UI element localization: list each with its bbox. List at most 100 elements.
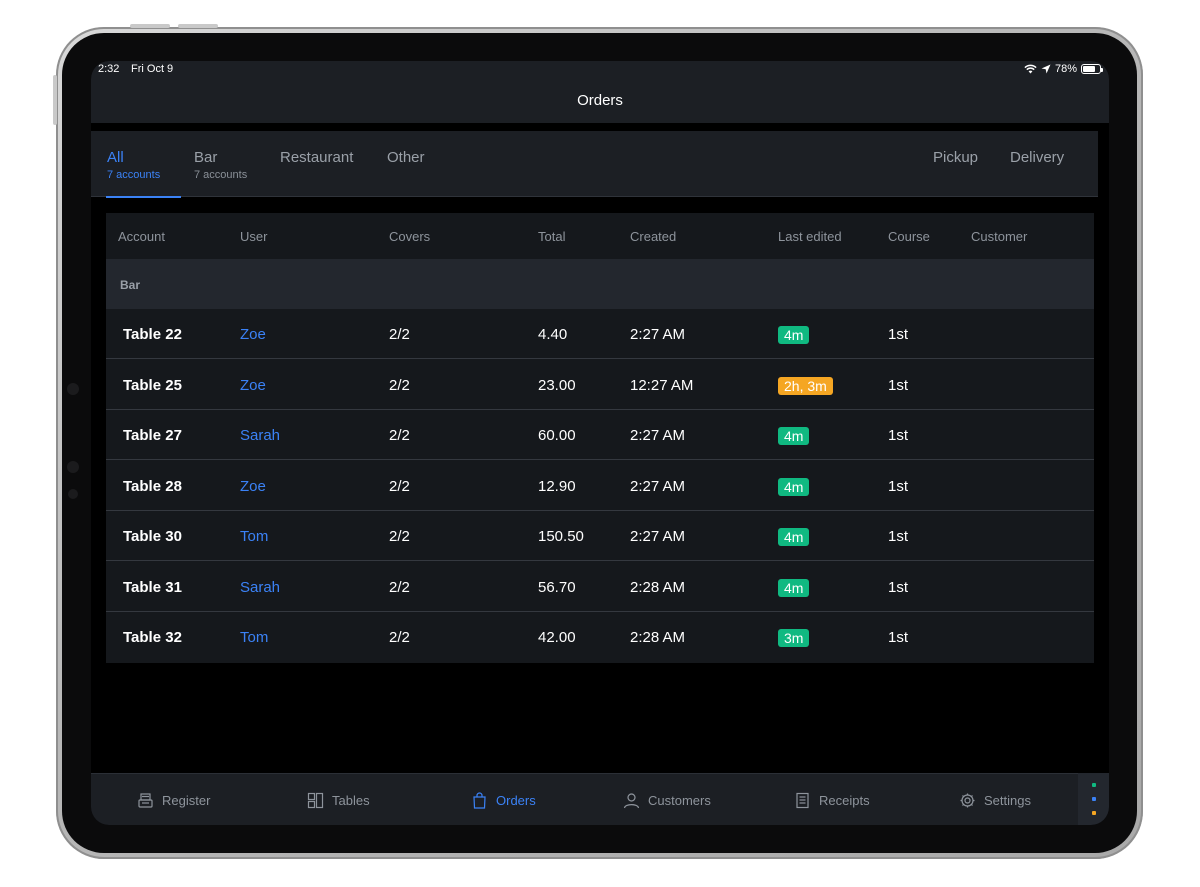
column-header-customer[interactable]: Customer [971,229,1027,244]
column-header-user[interactable]: User [240,229,267,244]
total-cell: 4.40 [538,326,568,343]
table-row[interactable]: Table 32 Tom 2/2 42.00 2:28 AM 1st 3m [106,612,1094,662]
tab-all[interactable]: All 7 accounts [106,131,181,198]
group-header: Bar [106,259,1094,309]
course-cell: 1st [888,629,909,646]
tab-register[interactable]: Register [137,790,210,810]
table-row[interactable]: Table 22 Zoe 2/2 4.40 2:27 AM 1st 4m [106,309,1094,359]
table-row[interactable]: Table 28 Zoe 2/2 12.90 2:27 AM 1st 4m [106,461,1094,511]
status-bar: 2:32 Fri Oct 9 78% [91,61,1109,79]
group-label: Bar [120,278,141,292]
gear-icon [960,793,975,807]
tab-label: Bar [194,149,218,166]
tab-tables[interactable]: Tables [307,790,370,810]
account-cell: Table 31 [123,578,182,596]
total-cell: 56.70 [538,578,576,596]
total-cell: 12.90 [538,477,576,495]
status-date: Fri Oct 9 [131,63,174,75]
tab-sublabel: 7 accounts [194,169,248,181]
last-edited-badge: 4m [778,427,810,445]
course-cell: 1st [888,528,909,545]
camera-sensor [67,383,79,395]
created-cell: 2:27 AM [630,326,686,343]
user-cell[interactable]: Tom [240,629,268,646]
indicator-dot [1092,797,1096,801]
tab-bar[interactable]: Bar 7 accounts [194,131,264,197]
tab-restaurant[interactable]: Restaurant [280,131,365,197]
table-header: Account User Covers Total Created Last e… [106,213,1094,259]
tab-orders[interactable]: Orders [471,790,536,810]
user-cell[interactable]: Zoe [240,478,266,495]
location-arrow-icon [1041,64,1051,74]
column-header-course[interactable]: Course [888,229,930,244]
camera-lens [68,489,78,499]
user-cell[interactable]: Sarah [240,579,280,596]
tab-label: All [107,149,124,166]
user-cell[interactable]: Tom [240,528,268,545]
account-cell: Table 32 [123,629,182,646]
created-cell: 12:27 AM [630,376,694,394]
tab-label: Receipts [819,792,870,808]
battery-icon [1081,64,1103,74]
course-cell: 1st [888,578,909,596]
indicator-dot [1092,811,1096,815]
account-cell: Table 27 [123,427,182,444]
active-tab-indicator [106,196,181,198]
customers-icon [623,792,640,808]
tab-label: Other [387,149,425,166]
total-cell: 150.50 [538,528,584,545]
last-edited-badge: 4m [778,477,810,496]
covers-cell: 2/2 [389,578,410,596]
created-cell: 2:28 AM [630,629,686,646]
table-row[interactable]: Table 30 Tom 2/2 150.50 2:27 AM 1st 4m [106,511,1094,561]
account-cell: Table 25 [123,376,182,394]
user-cell[interactable]: Zoe [240,377,266,394]
shopping-bag-icon [473,791,486,809]
camera-sensor [67,461,79,473]
tab-label: Tables [332,792,370,808]
top-button [178,24,218,28]
tab-label: Delivery [1010,149,1065,166]
tab-settings[interactable]: Settings [959,790,1031,810]
filter-tabs-bar: All 7 accounts Bar 7 accounts Restaurant… [91,131,1098,198]
column-header-last-edited[interactable]: Last edited [778,229,842,244]
tab-label: Restaurant [280,149,354,166]
total-cell: 42.00 [538,629,576,646]
column-header-created[interactable]: Created [630,229,676,244]
table-row[interactable]: Table 27 Sarah 2/2 60.00 2:27 AM 1st 4m [106,410,1094,460]
covers-cell: 2/2 [389,629,410,646]
account-cell: Table 30 [123,528,182,545]
column-header-covers[interactable]: Covers [389,229,430,244]
battery-percent: 78% [1054,63,1077,75]
status-indicators: 78% [1024,63,1103,75]
created-cell: 2:27 AM [630,427,686,444]
top-button [130,24,170,28]
tab-delivery[interactable]: Delivery [1010,131,1075,197]
tab-customers[interactable]: Customers [623,790,711,810]
total-cell: 60.00 [538,427,576,444]
user-cell[interactable]: Sarah [240,427,280,444]
course-cell: 1st [888,376,909,394]
table-row[interactable]: Table 25 Zoe 2/2 23.00 12:27 AM 1st 2h, 3m [106,360,1094,410]
status-time: 2:32 [98,63,120,75]
tab-label: Register [162,792,211,808]
tab-other[interactable]: Other [387,131,437,197]
last-edited-badge: 4m [778,326,810,344]
created-cell: 2:27 AM [630,528,686,545]
last-edited-badge: 4m [778,528,810,546]
covers-cell: 2/2 [389,376,410,394]
tab-pickup[interactable]: Pickup [933,131,988,197]
indicator-dot [1092,783,1096,787]
side-indicator-strip [1078,773,1109,825]
last-edited-badge: 3m [778,629,810,647]
account-cell: Table 28 [123,477,182,495]
tab-receipts[interactable]: Receipts [794,790,870,810]
side-button [53,75,57,125]
column-header-total[interactable]: Total [538,229,565,244]
table-row[interactable]: Table 31 Sarah 2/2 56.70 2:28 AM 1st 4m [106,562,1094,612]
user-cell[interactable]: Zoe [240,326,266,343]
tables-icon [307,792,324,808]
column-header-account[interactable]: Account [118,229,165,244]
page-title: Orders [577,92,623,109]
tab-label: Settings [984,792,1031,808]
